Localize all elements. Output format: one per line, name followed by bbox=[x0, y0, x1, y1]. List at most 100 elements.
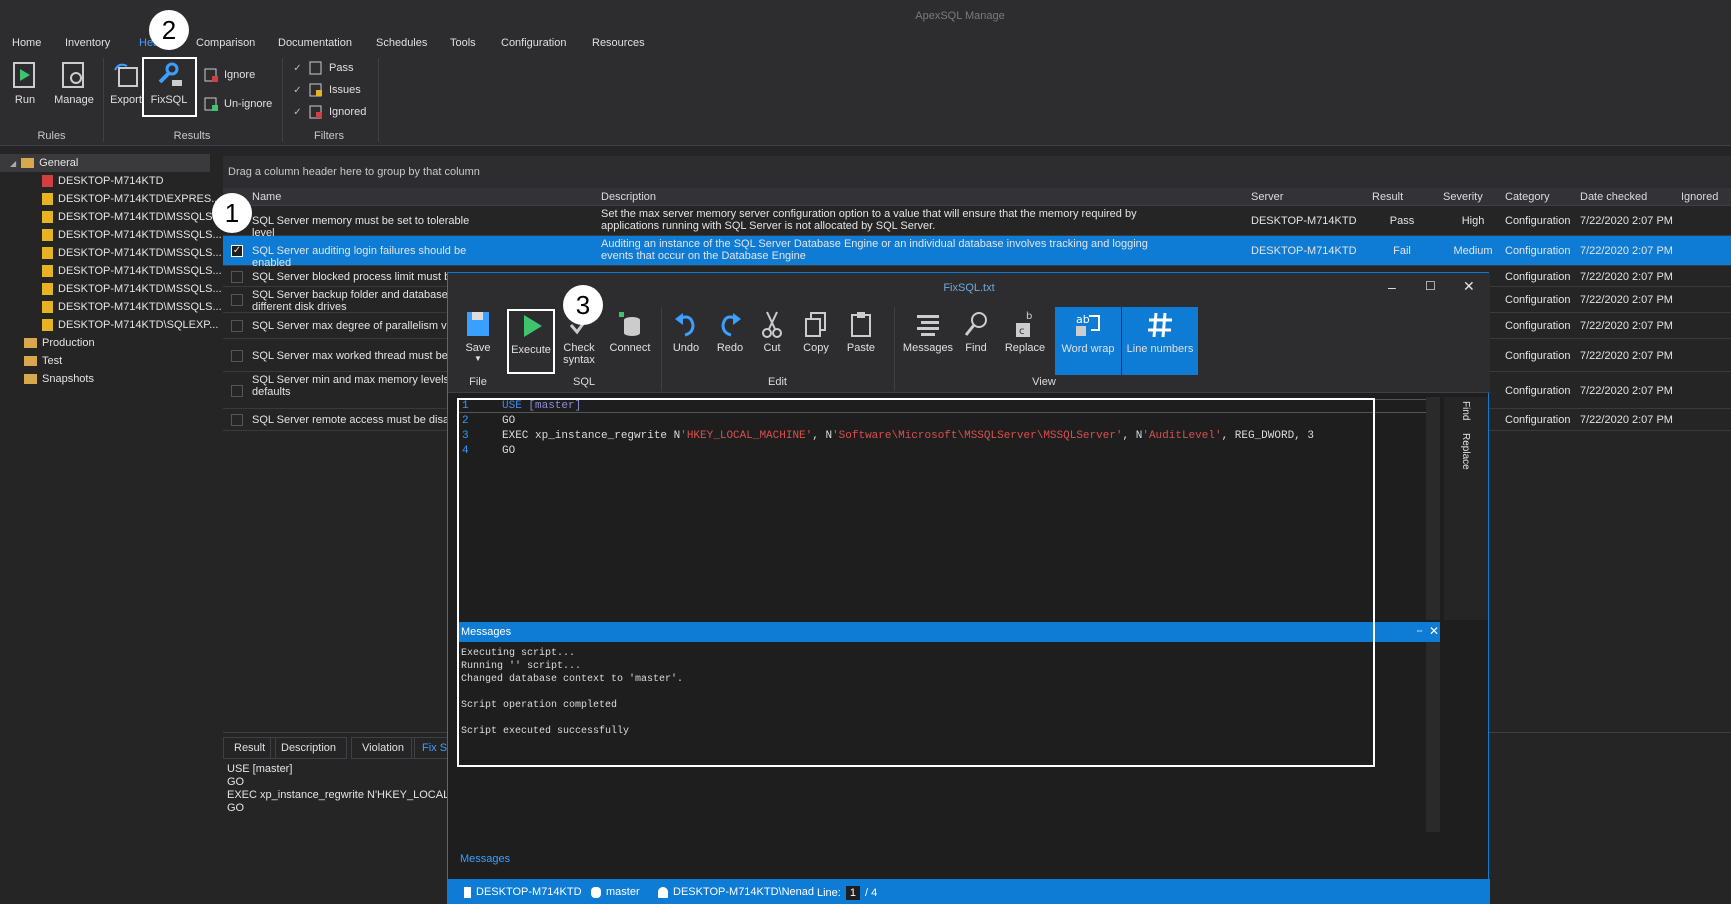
copy-button[interactable]: Copy bbox=[798, 309, 834, 374]
col-ignored[interactable]: Ignored bbox=[1681, 191, 1718, 203]
side-replace-tab[interactable]: Replace bbox=[1460, 433, 1471, 470]
filter-issues-checkbox[interactable]: ✓ Issues bbox=[292, 83, 361, 97]
col-description[interactable]: Description bbox=[601, 191, 656, 203]
messages-button[interactable]: Messages bbox=[900, 309, 956, 374]
find-button[interactable]: Find bbox=[959, 309, 993, 374]
tab-documentation[interactable]: Documentation bbox=[278, 37, 352, 49]
close-icon[interactable]: ✕ bbox=[1463, 278, 1475, 295]
col-name[interactable]: Name bbox=[252, 191, 281, 203]
row-checkbox[interactable] bbox=[231, 349, 243, 362]
unignore-button[interactable]: Un-ignore bbox=[204, 97, 272, 111]
tree-node-server[interactable]: DESKTOP-M714KTD\EXPRES... bbox=[0, 190, 220, 208]
tree-node-general[interactable]: ◢ General bbox=[0, 154, 210, 172]
word-wrap-toggle[interactable]: ab Word wrap bbox=[1055, 307, 1121, 375]
run-button[interactable]: Run bbox=[8, 60, 42, 106]
fixsql-toolbar: Save ▼ Execute Check syntax Connect Undo bbox=[448, 303, 1490, 393]
group-rules-label: Rules bbox=[37, 130, 66, 142]
tree-node-server[interactable]: DESKTOP-M714KTD\MSSQLS... bbox=[0, 298, 222, 316]
tree-node-snapshots[interactable]: Snapshots bbox=[0, 370, 94, 388]
tab-inventory[interactable]: Inventory bbox=[65, 37, 110, 49]
dropdown-arrow-icon: ▼ bbox=[474, 354, 482, 363]
minimize-icon[interactable]: ‒ bbox=[1388, 279, 1396, 295]
cell-category: Configuration bbox=[1505, 414, 1571, 426]
collapse-arrow-icon: ◢ bbox=[10, 158, 17, 168]
tab-result[interactable]: Result bbox=[223, 737, 277, 759]
replace-button[interactable]: cb Replace bbox=[1003, 309, 1047, 374]
row-checkbox[interactable] bbox=[231, 320, 243, 332]
messages-scrollbar[interactable] bbox=[1426, 642, 1440, 832]
manage-label: Manage bbox=[54, 94, 94, 106]
export-button[interactable]: Export bbox=[108, 60, 144, 106]
side-find-tab[interactable]: Find bbox=[1460, 401, 1471, 420]
hash-icon bbox=[1148, 312, 1172, 338]
check-icon: ✓ bbox=[293, 62, 302, 74]
server-status-icon bbox=[42, 319, 53, 331]
tree-node-server[interactable]: DESKTOP-M714KTD\MSSQLS... bbox=[0, 208, 222, 226]
tree-node-test[interactable]: Test bbox=[0, 352, 62, 370]
messages-bottom-tab[interactable]: Messages bbox=[460, 853, 510, 865]
table-row[interactable]: SQL Server memory must be set to tolerab… bbox=[223, 206, 1731, 239]
preview-line: USE [master] bbox=[227, 763, 293, 775]
manage-button[interactable]: Manage bbox=[52, 60, 96, 106]
dialog-title: FixSQL.txt bbox=[448, 273, 1490, 303]
tab-configuration[interactable]: Configuration bbox=[501, 37, 566, 49]
copy-label: Copy bbox=[803, 342, 829, 354]
word-wrap-icon: ab bbox=[1076, 313, 1100, 336]
cell-result: Fail bbox=[1393, 245, 1411, 257]
tab-violation[interactable]: Violation bbox=[351, 737, 415, 759]
cell-date-checked: 7/22/2020 2:07 PM bbox=[1580, 320, 1673, 332]
tab-tools[interactable]: Tools bbox=[450, 37, 476, 49]
row-checkbox[interactable]: ✓ bbox=[231, 245, 243, 257]
execute-button[interactable]: Execute bbox=[507, 309, 555, 374]
tree-node-server[interactable]: DESKTOP-M714KTD bbox=[0, 172, 164, 190]
col-server[interactable]: Server bbox=[1251, 191, 1283, 203]
tree-node-production[interactable]: Production bbox=[0, 334, 95, 352]
ignore-button[interactable]: Ignore bbox=[204, 68, 255, 82]
callout-messages-box bbox=[457, 398, 1375, 767]
cell-category: Configuration bbox=[1505, 384, 1571, 397]
tree-node-server[interactable]: DESKTOP-M714KTD\MSSQLS... bbox=[0, 226, 222, 244]
col-category[interactable]: Category bbox=[1505, 191, 1550, 203]
line-value[interactable]: 1 bbox=[845, 886, 860, 900]
status-database-label: master bbox=[606, 886, 640, 898]
row-checkbox[interactable] bbox=[231, 384, 243, 397]
col-result[interactable]: Result bbox=[1372, 191, 1403, 203]
col-date-checked[interactable]: Date checked bbox=[1580, 191, 1647, 203]
tab-comparison[interactable]: Comparison bbox=[196, 37, 255, 49]
pin-icon[interactable]: ⇔ bbox=[1415, 625, 1424, 635]
user-icon bbox=[658, 886, 668, 898]
table-row[interactable]: ✓ SQL Server auditing login failures shou… bbox=[223, 236, 1731, 269]
tab-schedules[interactable]: Schedules bbox=[376, 37, 427, 49]
cell-severity: Medium bbox=[1453, 245, 1493, 257]
row-checkbox[interactable] bbox=[231, 294, 243, 306]
cell-date-checked: 7/22/2020 2:07 PM bbox=[1580, 414, 1673, 426]
tree-node-server[interactable]: DESKTOP-M714KTD\SQLEXP... bbox=[0, 316, 218, 334]
line-numbers-toggle[interactable]: Line numbers bbox=[1122, 307, 1198, 375]
tree-node-server[interactable]: DESKTOP-M714KTD\MSSQLS... bbox=[0, 262, 222, 280]
tab-description[interactable]: Description bbox=[270, 737, 348, 759]
tree-label: DESKTOP-M714KTD\MSSQLS... bbox=[58, 211, 222, 223]
cut-button[interactable]: Cut bbox=[755, 309, 789, 374]
tree-label: Production bbox=[42, 337, 95, 349]
server-status-icon bbox=[42, 193, 53, 205]
tree-node-server[interactable]: DESKTOP-M714KTD\MSSQLS... bbox=[0, 244, 222, 262]
close-icon[interactable]: ✕ bbox=[1429, 624, 1439, 638]
word-wrap-label: Word wrap bbox=[1061, 343, 1115, 355]
tree-node-server[interactable]: DESKTOP-M714KTD\MSSQLS... bbox=[0, 280, 222, 298]
editor-scrollbar[interactable] bbox=[1426, 397, 1440, 620]
paste-label: Paste bbox=[846, 342, 876, 354]
filter-pass-checkbox[interactable]: ✓ Pass bbox=[292, 61, 353, 75]
save-button[interactable]: Save ▼ bbox=[460, 309, 496, 374]
tab-resources[interactable]: Resources bbox=[592, 37, 645, 49]
maximize-icon[interactable]: ☐ bbox=[1425, 279, 1436, 293]
row-checkbox[interactable] bbox=[231, 270, 243, 283]
undo-button[interactable]: Undo bbox=[668, 309, 704, 374]
connect-button[interactable]: Connect bbox=[605, 309, 655, 374]
paste-button[interactable]: Paste bbox=[841, 309, 881, 374]
group-filters-label: Filters bbox=[314, 130, 344, 142]
filter-ignored-checkbox[interactable]: ✓ Ignored bbox=[292, 105, 366, 119]
row-checkbox[interactable] bbox=[231, 414, 243, 426]
redo-button[interactable]: Redo bbox=[712, 309, 748, 374]
col-severity[interactable]: Severity bbox=[1443, 191, 1483, 203]
tab-home[interactable]: Home bbox=[12, 37, 41, 49]
